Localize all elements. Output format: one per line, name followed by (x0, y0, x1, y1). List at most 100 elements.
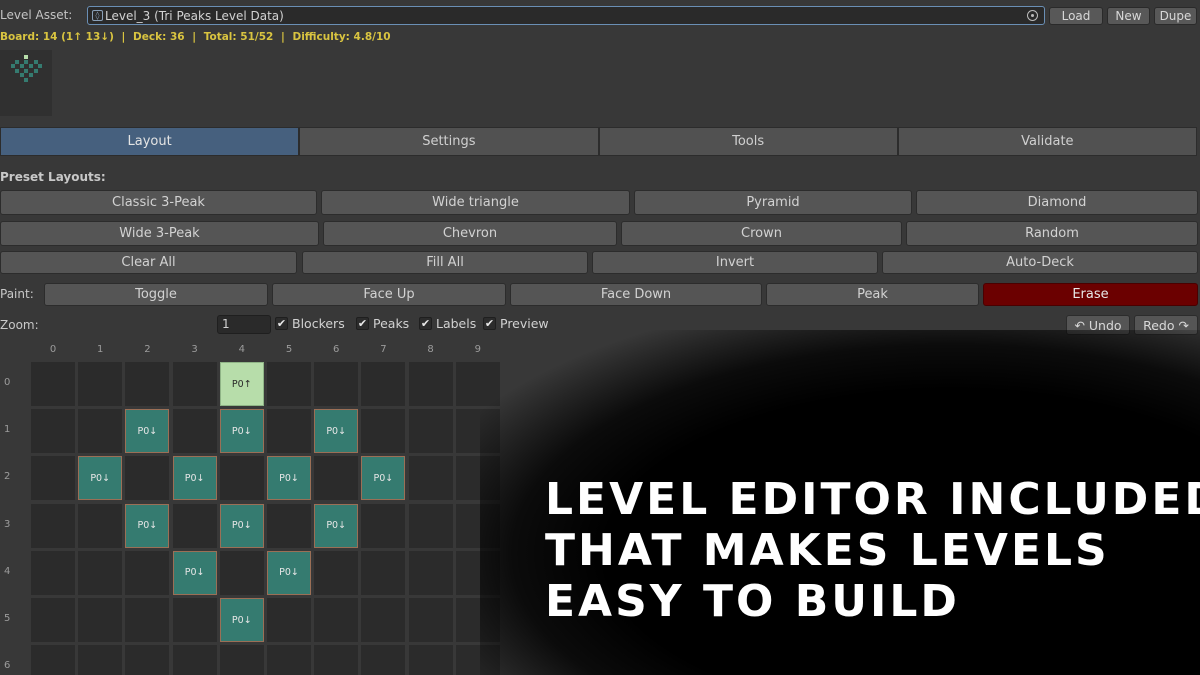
face-down-tile[interactable]: P0↓ (267, 456, 311, 501)
zoom-label: Zoom: (0, 318, 39, 332)
face-down-tile[interactable]: P0↓ (267, 550, 311, 595)
grid-cell[interactable] (361, 645, 406, 675)
preset-crown-button[interactable]: Crown (621, 221, 902, 246)
paint-face-up-button[interactable]: Face Up (272, 283, 506, 306)
grid-cell[interactable] (267, 409, 311, 454)
preset-random-button[interactable]: Random (906, 221, 1198, 246)
face-down-tile[interactable]: P0↓ (78, 456, 123, 501)
zoom-input[interactable]: 1 (217, 315, 271, 334)
tab-settings[interactable]: Settings (299, 127, 599, 156)
grid-column-header: 8 (427, 344, 434, 355)
grid-cell[interactable] (31, 645, 75, 675)
grid-cell[interactable] (78, 503, 123, 548)
grid-cell[interactable] (78, 409, 123, 454)
grid-cell[interactable] (125, 598, 170, 642)
preset-wide-triangle-button[interactable]: Wide triangle (321, 190, 630, 215)
grid-cell[interactable] (314, 645, 359, 675)
grid-cell[interactable] (314, 598, 359, 642)
tab-validate[interactable]: Validate (897, 127, 1197, 156)
grid-cell[interactable] (31, 550, 75, 595)
paint-toggle-button[interactable]: Toggle (44, 283, 268, 306)
grid-cell[interactable] (219, 456, 264, 501)
new-button[interactable]: New (1107, 7, 1150, 25)
checkbox-checked-icon[interactable]: ✔ (483, 317, 496, 330)
face-down-tile[interactable]: P0↓ (219, 598, 264, 642)
grid-cell[interactable] (31, 456, 75, 501)
paint-erase-button[interactable]: Erase (983, 283, 1198, 306)
grid-cell[interactable] (125, 645, 170, 675)
grid-cell[interactable] (267, 362, 311, 406)
grid-cell[interactable] (408, 645, 453, 675)
face-down-tile[interactable]: P0↓ (361, 456, 406, 501)
face-down-tile[interactable]: P0↓ (219, 409, 264, 454)
grid-cell[interactable] (361, 362, 406, 406)
grid-cell[interactable] (172, 503, 217, 548)
grid-cell[interactable] (78, 598, 123, 642)
face-up-tile[interactable]: P0↑ (219, 362, 264, 406)
checkbox-checked-icon[interactable]: ✔ (356, 317, 369, 330)
clear-all-button[interactable]: Clear All (0, 251, 297, 274)
grid-cell[interactable] (219, 550, 264, 595)
grid-cell[interactable] (314, 550, 359, 595)
grid-cell[interactable] (408, 598, 453, 642)
grid-cell[interactable] (361, 550, 406, 595)
grid-cell[interactable] (408, 362, 453, 406)
grid-cell[interactable] (408, 409, 453, 454)
face-down-tile[interactable]: P0↓ (314, 503, 359, 548)
face-down-tile[interactable]: P0↓ (125, 409, 170, 454)
grid-cell[interactable] (172, 645, 217, 675)
face-down-tile[interactable]: P0↓ (125, 503, 170, 548)
paint-face-down-button[interactable]: Face Down (510, 283, 762, 306)
face-down-tile[interactable]: P0↓ (219, 503, 264, 548)
grid-cell[interactable] (31, 362, 75, 406)
face-down-tile[interactable]: P0↓ (172, 456, 217, 501)
grid-cell[interactable] (314, 362, 359, 406)
checkbox-checked-icon[interactable]: ✔ (275, 317, 288, 330)
preview-toggle[interactable]: ✔ Preview (483, 316, 549, 331)
grid-cell[interactable] (31, 503, 75, 548)
grid-cell[interactable] (361, 598, 406, 642)
grid-cell[interactable] (219, 645, 264, 675)
tab-tools[interactable]: Tools (598, 127, 898, 156)
peaks-toggle[interactable]: ✔ Peaks (356, 316, 409, 331)
checkbox-checked-icon[interactable]: ✔ (419, 317, 432, 330)
grid-cell[interactable] (172, 362, 217, 406)
grid-cell[interactable] (361, 409, 406, 454)
preset-chevron-button[interactable]: Chevron (323, 221, 617, 246)
grid-cell[interactable] (31, 409, 75, 454)
grid-cell[interactable] (125, 550, 170, 595)
grid-cell[interactable] (125, 362, 170, 406)
grid-cell[interactable] (314, 456, 359, 501)
labels-toggle[interactable]: ✔ Labels (419, 316, 476, 331)
grid-cell[interactable] (172, 598, 217, 642)
object-picker-icon[interactable] (1027, 10, 1038, 21)
preset-wide-3-peak-button[interactable]: Wide 3-Peak (0, 221, 319, 246)
grid-cell[interactable] (267, 503, 311, 548)
grid-cell[interactable] (267, 598, 311, 642)
grid-cell[interactable] (78, 550, 123, 595)
blockers-toggle[interactable]: ✔ Blockers (275, 316, 345, 331)
grid-cell[interactable] (125, 456, 170, 501)
tab-layout[interactable]: Layout (0, 127, 300, 156)
grid-cell[interactable] (361, 503, 406, 548)
load-button[interactable]: Load (1049, 7, 1103, 25)
grid-cell[interactable] (78, 645, 123, 675)
face-down-tile[interactable]: P0↓ (314, 409, 359, 454)
fill-all-button[interactable]: Fill All (302, 251, 588, 274)
preset-diamond-button[interactable]: Diamond (916, 190, 1198, 215)
preset-pyramid-button[interactable]: Pyramid (634, 190, 912, 215)
invert-button[interactable]: Invert (592, 251, 878, 274)
paint-peak-button[interactable]: Peak (766, 283, 979, 306)
grid-cell[interactable] (408, 550, 453, 595)
dupe-button[interactable]: Dupe (1154, 7, 1197, 25)
face-down-tile[interactable]: P0↓ (172, 550, 217, 595)
grid-cell[interactable] (408, 503, 453, 548)
grid-cell[interactable] (408, 456, 453, 501)
preset-classic-3-peak-button[interactable]: Classic 3-Peak (0, 190, 317, 215)
grid-cell[interactable] (31, 598, 75, 642)
grid-cell[interactable] (78, 362, 123, 406)
level-asset-field[interactable]: ◊ Level_3 (Tri Peaks Level Data) (87, 6, 1045, 25)
auto-deck-button[interactable]: Auto-Deck (882, 251, 1198, 274)
grid-cell[interactable] (267, 645, 311, 675)
grid-cell[interactable] (172, 409, 217, 454)
